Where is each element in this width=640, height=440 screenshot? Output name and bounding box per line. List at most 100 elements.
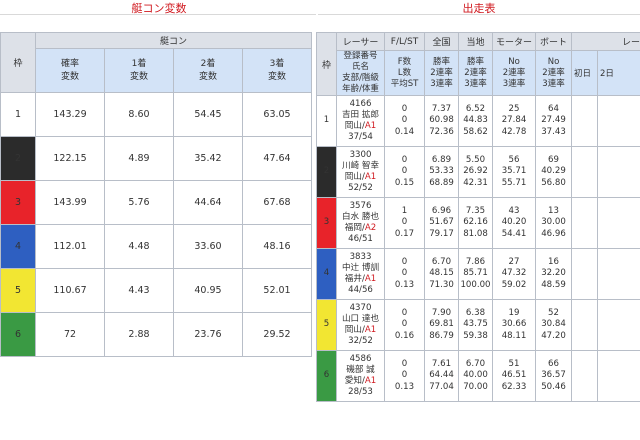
racer-name[interactable]: 白水 勝也 xyxy=(338,212,384,223)
value-line: 58.62 xyxy=(463,126,488,137)
table-row: 2 122.15 4.89 35.42 47.64 xyxy=(0,136,313,181)
column-header-line: 変数 xyxy=(198,71,217,82)
value-line: 62.16 xyxy=(463,217,488,228)
value-line: 53.33 xyxy=(429,166,454,177)
racer-branch-class: 岡山/A1 xyxy=(338,121,384,132)
value-line: 64 xyxy=(548,103,559,114)
racer-age-weight: 37/54 xyxy=(348,132,373,143)
racer-name[interactable]: 中辻 博訓 xyxy=(338,263,384,274)
variable-value: 5.76 xyxy=(104,180,174,225)
variable-value: 143.29 xyxy=(35,92,105,137)
racer-age-weight: 46/51 xyxy=(348,234,373,245)
value-line: 86.79 xyxy=(429,330,454,341)
column-header-line: 3着 xyxy=(269,58,285,69)
table-row: 3 3576 白水 勝也 福岡/A2 46/51 1 0 0.17 6.96 51.67 79.17… xyxy=(316,197,640,249)
race-day-cell xyxy=(596,248,640,300)
value-line: 68.89 xyxy=(429,177,454,188)
sub-header-line: 平均ST xyxy=(390,78,419,89)
race-day-header: 初日 xyxy=(571,50,598,96)
boat-con-column-header: 1着 変数 xyxy=(104,48,174,93)
value-line: 48.59 xyxy=(541,279,566,290)
value-line: 0 xyxy=(401,319,408,330)
racer-name[interactable]: 磯部 誠 xyxy=(338,365,384,376)
racer-age-weight: 52/52 xyxy=(348,183,373,194)
table-row: 1 4166 吉田 拡郎 岡山/A1 37/54 0 0 0.14 7.37 60.98 72.36… xyxy=(316,95,640,147)
table-row: 4 112.01 4.48 33.60 48.16 xyxy=(0,224,313,269)
variable-value: 2.88 xyxy=(104,312,174,357)
local-group-header: 当地 xyxy=(458,32,493,51)
race-day-cell xyxy=(571,197,598,249)
racer-name[interactable]: 山口 達也 xyxy=(338,314,384,325)
value-line: 54.41 xyxy=(501,228,527,239)
national-values: 7.37 60.98 72.36 xyxy=(424,95,459,147)
column-header-line: 確率 xyxy=(60,58,79,69)
value-line: 7.37 xyxy=(431,103,452,114)
variable-value: 23.76 xyxy=(173,312,243,357)
table-row: 6 4586 磯部 誠愛知/A1 28/53 0 0 0.13 7.61 64.44 77.04 6… xyxy=(316,350,640,402)
racer-group-header: レーサー xyxy=(336,32,385,51)
table-row: 1 143.29 8.60 54.45 63.05 xyxy=(0,92,313,137)
racer-info: 3833 中辻 博訓 福井/A1 44/56 xyxy=(336,248,385,300)
racer-branch-class: 岡山/A1 xyxy=(338,172,384,183)
variable-value: 47.64 xyxy=(241,136,313,181)
race-day-cell xyxy=(596,146,640,198)
racer-branch-class: 福岡/A2 xyxy=(338,223,384,234)
national-sub-header: 勝率 2連率 3連率 xyxy=(424,50,459,96)
value-line: 66 xyxy=(548,358,559,369)
sub-header-line: 2連率 xyxy=(542,67,565,78)
national-values: 7.90 69.81 86.79 xyxy=(424,299,459,351)
variable-value: 48.16 xyxy=(241,224,313,269)
value-line: 0.15 xyxy=(394,177,415,188)
value-line: 100.00 xyxy=(460,279,491,290)
waku-number: 1 xyxy=(0,92,36,137)
racer-class: A1 xyxy=(364,325,377,335)
value-line: 40.20 xyxy=(501,217,527,228)
value-line: 40.29 xyxy=(541,166,566,177)
waku-number: 4 xyxy=(0,224,36,269)
value-line: 7.61 xyxy=(431,358,452,369)
race-day-cell xyxy=(571,299,598,351)
variable-value: 40.95 xyxy=(173,268,243,313)
race-day-cell xyxy=(571,350,598,402)
boat-values: 66 36.57 50.46 xyxy=(535,350,572,402)
racer-id: 3300 xyxy=(349,149,372,160)
boat-con-column-header: 2着変数 xyxy=(173,48,243,93)
table-row: 2 3300 川崎 智幸 岡山/A1 52/52 0 0 0.15 6.89 53.33 68.89… xyxy=(316,146,640,198)
racer-age-weight: 32/52 xyxy=(348,336,373,347)
racer-id: 3833 xyxy=(349,251,372,262)
racer-info: 3576 白水 勝也 福岡/A2 46/51 xyxy=(336,197,385,249)
value-line: 35.71 xyxy=(501,166,527,177)
racer-branch-class: 愛知/A1 xyxy=(338,376,384,387)
value-line: 62.33 xyxy=(501,381,527,392)
column-header-line: 2着 xyxy=(200,58,216,69)
sub-header-line: 3連率 xyxy=(542,78,565,89)
value-line: 30.00 xyxy=(541,217,566,228)
racer-id: 3576 xyxy=(349,200,372,211)
sub-header-line: 支部/階級 xyxy=(342,73,379,83)
variable-value: 4.48 xyxy=(104,224,174,269)
variable-value: 112.01 xyxy=(35,224,105,269)
value-line: 0 xyxy=(401,307,408,318)
sub-header-line: No xyxy=(508,56,520,67)
sub-header-line: No xyxy=(547,56,560,67)
race-day-cell xyxy=(596,197,640,249)
value-line: 0.13 xyxy=(394,279,415,290)
value-line: 69 xyxy=(548,154,559,165)
racer-name[interactable]: 吉田 拡郎 xyxy=(338,110,384,121)
boat-values: 13 30.00 46.96 xyxy=(535,197,572,249)
local-values: 7.35 62.16 81.08 xyxy=(458,197,493,249)
sub-header-line: 年齢/体重 xyxy=(342,84,379,94)
variable-value: 29.52 xyxy=(241,312,313,357)
value-line: 46.51 xyxy=(501,370,527,381)
boat-group-header: ボート xyxy=(535,32,572,51)
variable-value: 44.64 xyxy=(173,180,243,225)
waku-header: 枠 xyxy=(316,32,337,96)
value-line: 27 xyxy=(508,256,520,267)
sub-header-line: 2連率 xyxy=(464,67,487,78)
motor-sub-header: No 2連率 3連率 xyxy=(492,50,536,96)
local-values: 6.52 44.83 58.62 xyxy=(458,95,493,147)
waku-number: 1 xyxy=(316,95,337,147)
local-sub-header: 勝率 2連率 3連率 xyxy=(458,50,493,96)
value-line: 7.90 xyxy=(431,307,452,318)
racer-name[interactable]: 川崎 智幸 xyxy=(338,161,384,172)
